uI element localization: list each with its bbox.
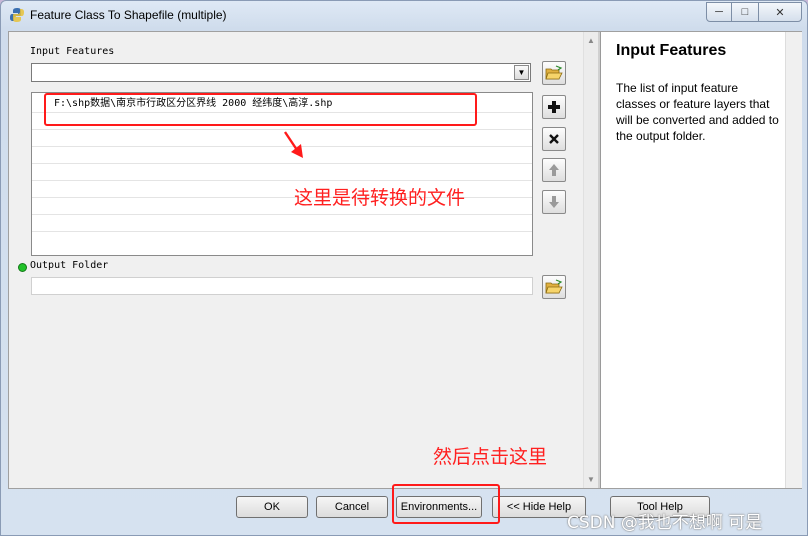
list-item[interactable] bbox=[32, 147, 532, 164]
move-down-button[interactable] bbox=[542, 190, 566, 214]
input-features-combo[interactable]: ▼ bbox=[31, 63, 531, 82]
annotation-file-highlight bbox=[44, 93, 477, 126]
open-folder-icon bbox=[545, 65, 563, 80]
plus-icon bbox=[548, 101, 560, 113]
help-description: The list of input feature classes or fea… bbox=[616, 81, 779, 143]
annotation-click-note: 然后点击这里 bbox=[433, 446, 548, 468]
browse-input-button[interactable] bbox=[542, 61, 566, 85]
output-folder-label: Output Folder bbox=[30, 260, 109, 271]
output-folder-input[interactable] bbox=[31, 277, 533, 295]
list-item[interactable] bbox=[32, 164, 532, 181]
maximize-button[interactable]: □ bbox=[731, 2, 759, 22]
tool-dialog-window: Feature Class To Shapefile (multiple) ─ … bbox=[0, 0, 808, 536]
arrow-down-icon bbox=[549, 196, 559, 208]
list-item[interactable] bbox=[32, 215, 532, 232]
x-icon bbox=[549, 134, 559, 144]
ok-button[interactable]: OK bbox=[236, 496, 308, 518]
chevron-down-icon[interactable]: ▼ bbox=[514, 65, 529, 80]
add-button[interactable] bbox=[542, 95, 566, 119]
list-item[interactable] bbox=[32, 130, 532, 147]
close-button[interactable]: ✕ bbox=[758, 2, 802, 22]
python-tool-icon bbox=[10, 8, 24, 22]
minimize-button[interactable]: ─ bbox=[706, 2, 732, 22]
parameters-scrollbar[interactable]: ▲ ▼ bbox=[583, 32, 598, 488]
open-folder-icon bbox=[545, 279, 563, 294]
scroll-up-icon[interactable]: ▲ bbox=[587, 36, 595, 45]
browse-output-button[interactable] bbox=[542, 275, 566, 299]
annotation-environments-highlight bbox=[392, 484, 500, 524]
annotation-arrow-icon bbox=[284, 131, 303, 158]
input-features-label: Input Features bbox=[30, 46, 115, 57]
annotation-file-note: 这里是待转换的文件 bbox=[294, 187, 466, 209]
window-title: Feature Class To Shapefile (multiple) bbox=[30, 8, 227, 22]
scroll-down-icon[interactable]: ▼ bbox=[587, 475, 595, 484]
help-scrollbar[interactable] bbox=[785, 32, 802, 488]
window-controls: ─ □ ✕ bbox=[706, 2, 802, 22]
cancel-button[interactable]: Cancel bbox=[316, 496, 388, 518]
watermark: CSDN @我也不想啊 可是 bbox=[567, 513, 763, 533]
remove-button[interactable] bbox=[542, 127, 566, 151]
required-indicator-icon bbox=[18, 263, 27, 272]
arrow-up-icon bbox=[549, 164, 559, 176]
move-up-button[interactable] bbox=[542, 158, 566, 182]
help-title: Input Features bbox=[616, 42, 727, 59]
title-bar[interactable]: Feature Class To Shapefile (multiple) ─ … bbox=[1, 1, 807, 31]
help-pane: Input Features The list of input feature… bbox=[600, 32, 786, 488]
